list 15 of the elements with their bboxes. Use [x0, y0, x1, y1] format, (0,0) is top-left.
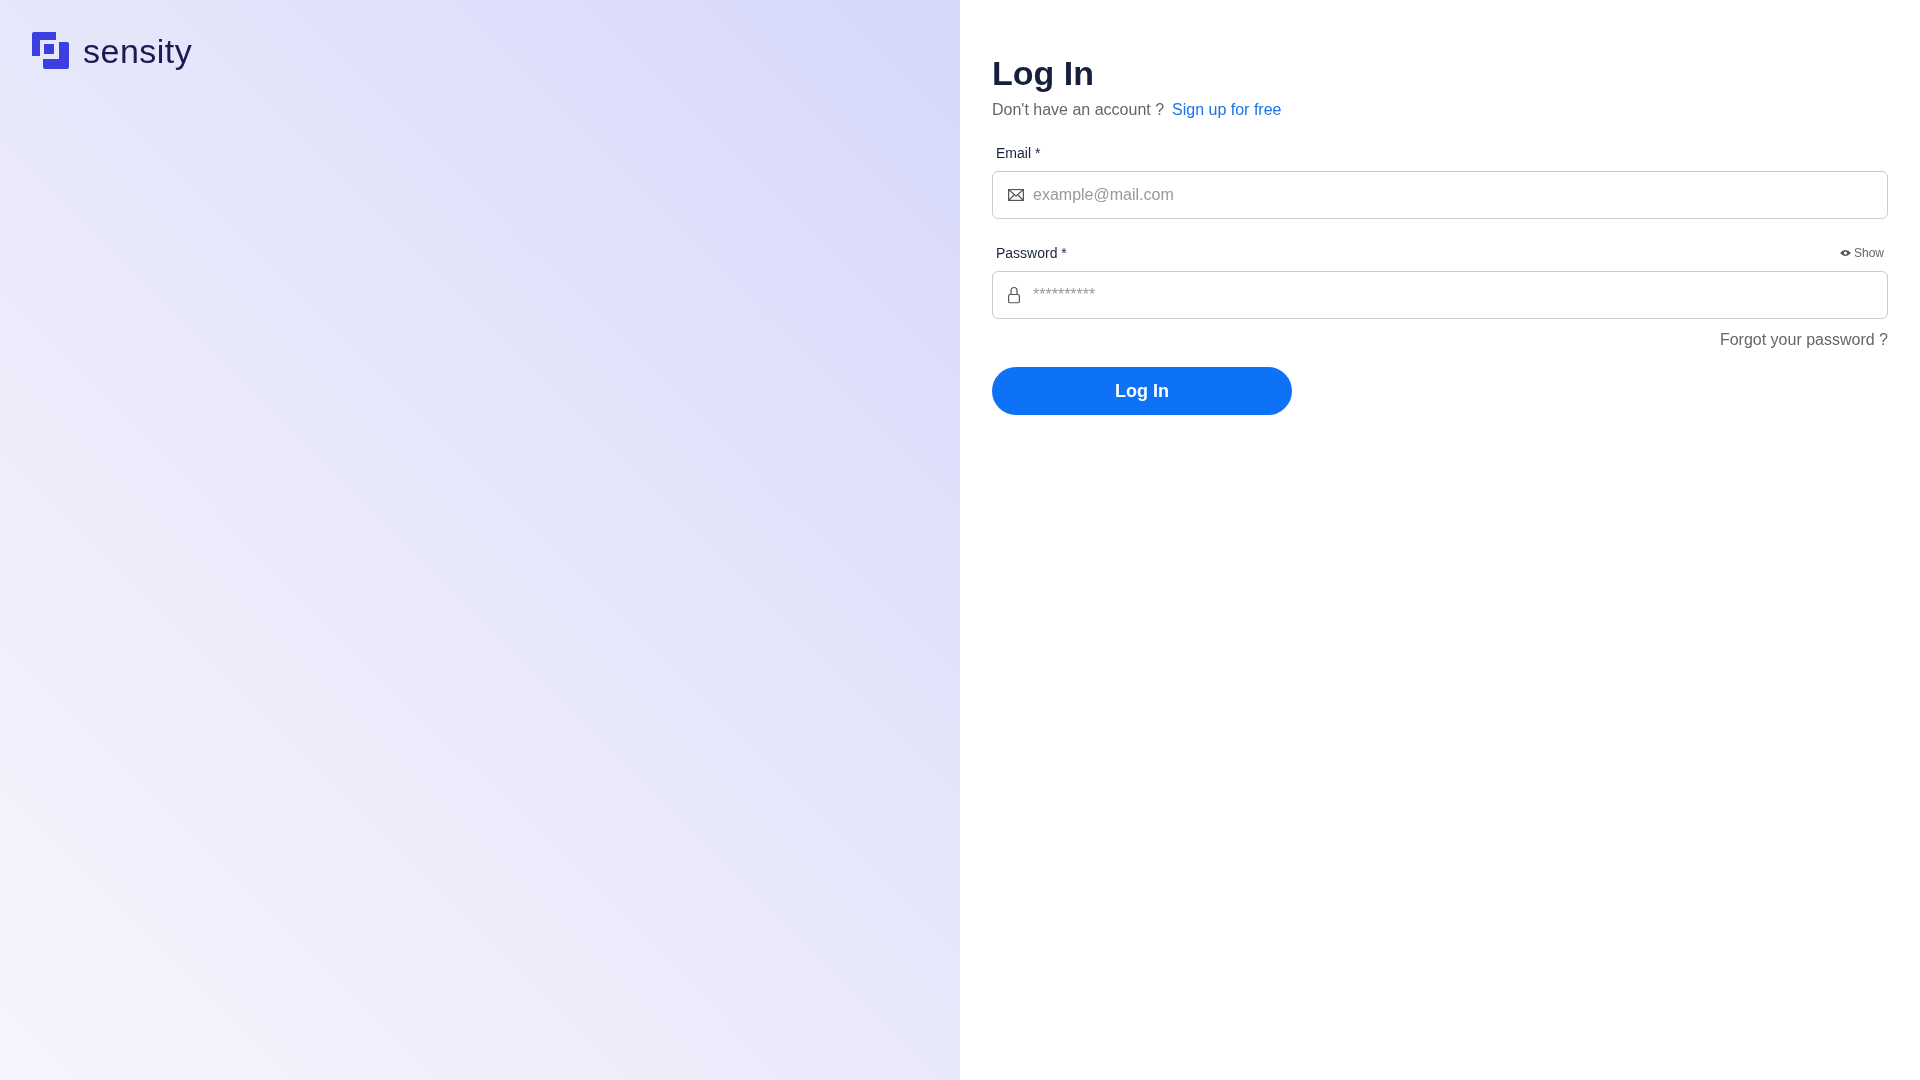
logo-icon: [32, 32, 69, 69]
password-field[interactable]: **********: [992, 271, 1888, 319]
eye-icon: [1839, 249, 1851, 257]
login-button[interactable]: Log In: [992, 367, 1292, 415]
field-label: Email *: [996, 145, 1041, 161]
envelope-icon: [1008, 189, 1024, 201]
field-label: Password *: [996, 245, 1067, 261]
signup-link[interactable]: Sign up for free: [1172, 101, 1282, 119]
signup-prompt: Don't have an account ?: [992, 101, 1165, 119]
lock-icon: [1008, 286, 1020, 304]
page-title: Log In: [992, 54, 1095, 93]
logo-text: sensity: [83, 33, 193, 68]
email-field[interactable]: example@mail.com: [992, 171, 1888, 219]
forgot-password-link[interactable]: Forgot your password ?: [1719, 331, 1888, 348]
show-password-button[interactable]: Show: [1839, 246, 1884, 260]
